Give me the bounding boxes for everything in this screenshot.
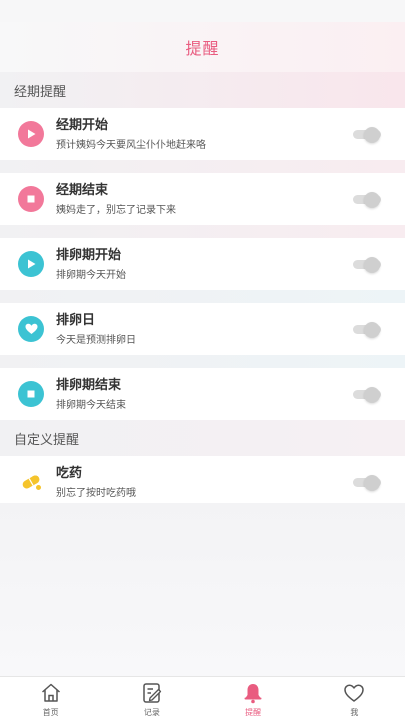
- reminder-title: 排卵期结束: [56, 377, 122, 393]
- reminder-title: 排卵日: [56, 312, 96, 328]
- bell-icon: [244, 684, 262, 704]
- toggle-switch-period-start[interactable]: [351, 127, 381, 143]
- page-title: 提醒: [185, 39, 220, 58]
- tab-reminder[interactable]: 提醒: [203, 677, 304, 720]
- section-header-period: 经期提醒: [0, 72, 405, 108]
- empty-content-area: [0, 503, 405, 676]
- reminder-title: 排卵期开始: [56, 247, 122, 263]
- toggle-switch-period-end[interactable]: [351, 192, 381, 208]
- divider: [0, 160, 405, 173]
- reminder-title: 吃药: [56, 465, 83, 481]
- tab-record[interactable]: 记录: [101, 677, 202, 720]
- reminder-row-medicine[interactable]: 吃药 别忘了按时吃药哦: [0, 456, 405, 508]
- tab-label: 记录: [143, 708, 160, 717]
- bottom-tab-bar: 首页 记录 提醒 我: [0, 676, 405, 720]
- tab-home[interactable]: 首页: [0, 677, 101, 720]
- section-title: 自定义提醒: [14, 432, 80, 448]
- stop-icon: [18, 186, 44, 212]
- reminder-subtitle: 排卵期今天开始: [56, 269, 126, 281]
- reminder-title: 经期开始: [56, 117, 109, 133]
- pill-icon: [18, 469, 44, 495]
- tab-label: 首页: [42, 708, 59, 717]
- reminder-subtitle: 预计姨妈今天要风尘仆仆地赶来咯: [56, 139, 206, 151]
- reminder-row-period-end[interactable]: 经期结束 姨妈走了，别忘了记录下来: [0, 173, 405, 225]
- tab-me[interactable]: 我: [304, 677, 405, 720]
- reminder-row-ovulation-day[interactable]: 排卵日 今天是预测排卵日: [0, 303, 405, 355]
- toggle-switch-ovulation-start[interactable]: [351, 257, 381, 273]
- divider: [0, 225, 405, 238]
- stop-icon: [18, 381, 44, 407]
- toggle-switch-medicine[interactable]: [351, 475, 381, 491]
- reminder-subtitle: 姨妈走了，别忘了记录下来: [56, 204, 176, 216]
- reminder-title: 经期结束: [56, 182, 109, 198]
- reminder-row-period-start[interactable]: 经期开始 预计姨妈今天要风尘仆仆地赶来咯: [0, 108, 405, 160]
- heart-icon: [18, 316, 44, 342]
- toggle-switch-ovulation-day[interactable]: [351, 322, 381, 338]
- home-icon: [41, 683, 60, 702]
- play-icon: [18, 121, 44, 147]
- heart-outline-icon: [344, 684, 365, 702]
- tab-label: 提醒: [245, 708, 262, 717]
- divider: [0, 290, 405, 303]
- title-bar: 提醒: [0, 22, 405, 72]
- note-edit-icon: [143, 683, 162, 703]
- section-title: 经期提醒: [14, 84, 67, 100]
- section-header-custom: 自定义提醒: [0, 420, 405, 456]
- reminder-row-ovulation-end[interactable]: 排卵期结束 排卵期今天结束: [0, 368, 405, 420]
- reminder-subtitle: 今天是预测排卵日: [56, 334, 136, 346]
- divider: [0, 355, 405, 368]
- play-icon: [18, 251, 44, 277]
- reminder-subtitle: 别忘了按时吃药哦: [56, 487, 136, 499]
- status-bar-area: [0, 0, 405, 22]
- reminder-subtitle: 排卵期今天结束: [56, 399, 126, 411]
- tab-label: 我: [350, 708, 359, 717]
- reminder-row-ovulation-start[interactable]: 排卵期开始 排卵期今天开始: [0, 238, 405, 290]
- toggle-switch-ovulation-end[interactable]: [351, 387, 381, 403]
